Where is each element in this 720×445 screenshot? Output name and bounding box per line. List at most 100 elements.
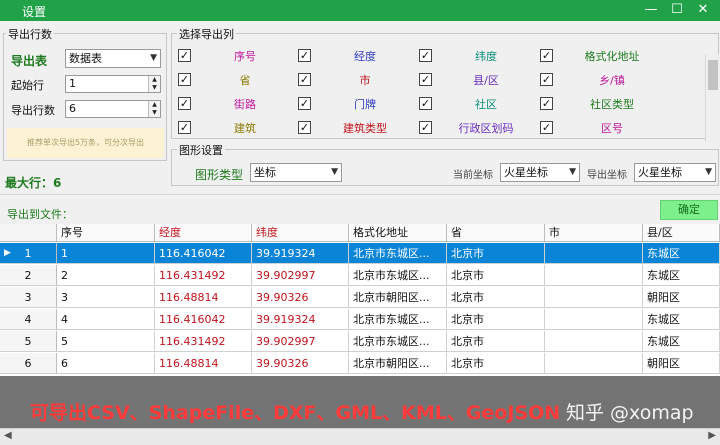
column-header[interactable]: 纬度 [252, 224, 349, 242]
start-row-spin[interactable]: ▲ ▼ [148, 76, 160, 92]
table-cell[interactable]: 39.90326 [252, 287, 349, 308]
checkbox[interactable]: ✓ [178, 121, 191, 134]
export-table-select[interactable]: 数据表 ▼ [65, 49, 161, 68]
table-cell[interactable]: 北京市 [447, 309, 545, 330]
checkbox[interactable]: ✓ [419, 121, 432, 134]
table-cell[interactable]: 北京市 [447, 243, 545, 264]
checkbox[interactable]: ✓ [298, 121, 311, 134]
spin-up-icon[interactable]: ▲ [149, 101, 160, 109]
checkbox[interactable]: ✓ [178, 97, 191, 110]
table-cell[interactable]: 北京市朝阳区... [349, 353, 447, 374]
row-count-label: 导出行数 [11, 104, 55, 117]
table-cell[interactable]: 北京市东城区... [349, 309, 447, 330]
confirm-button[interactable]: 确定 [660, 200, 718, 220]
scroll-right-icon[interactable]: ▶ [708, 430, 716, 441]
checkbox[interactable]: ✓ [540, 49, 553, 62]
spin-down-icon[interactable]: ▼ [149, 109, 160, 117]
row-header[interactable]: 5 [0, 331, 57, 352]
checkbox[interactable]: ✓ [419, 73, 432, 86]
grid-horizontal-scrollbar[interactable]: ◀ ▶ [0, 428, 720, 445]
chevron-down-icon: ▼ [150, 53, 157, 63]
checkbox[interactable]: ✓ [540, 73, 553, 86]
table-cell[interactable]: 朝阳区 [643, 287, 720, 308]
row-count-value: 6 [69, 102, 76, 115]
column-header[interactable]: 省 [447, 224, 545, 242]
table-cell[interactable]: 北京市东城区... [349, 331, 447, 352]
scroll-left-icon[interactable]: ◀ [4, 430, 12, 441]
table-cell[interactable] [545, 331, 643, 352]
column-header[interactable]: 序号 [57, 224, 155, 242]
table-cell[interactable]: 北京市 [447, 331, 545, 352]
column-option-label: 乡/镇 [599, 74, 625, 87]
table-cell[interactable]: 2 [57, 265, 155, 286]
table-cell[interactable]: 116.416042 [155, 309, 252, 330]
column-header[interactable]: 格式化地址 [349, 224, 447, 242]
table-cell[interactable]: 北京市 [447, 287, 545, 308]
table-cell[interactable]: 116.48814 [155, 287, 252, 308]
table-cell[interactable]: 东城区 [643, 243, 720, 264]
table-cell[interactable]: 39.902997 [252, 331, 349, 352]
row-header[interactable]: 4 [0, 309, 57, 330]
table-cell[interactable]: 北京市 [447, 353, 545, 374]
maximize-icon[interactable]: ☐ [666, 1, 688, 19]
checkbox[interactable]: ✓ [540, 121, 553, 134]
table-cell[interactable]: 朝阳区 [643, 353, 720, 374]
row-header[interactable]: ▶ 1 [0, 243, 57, 264]
table-cell[interactable] [545, 265, 643, 286]
current-coord-select[interactable]: 火星坐标 ▼ [500, 163, 580, 182]
table-cell[interactable]: 北京市 [447, 265, 545, 286]
checkbox[interactable]: ✓ [298, 73, 311, 86]
graphic-type-select[interactable]: 坐标 ▼ [250, 163, 342, 182]
row-count-stepper[interactable]: 6 ▲ ▼ [65, 100, 161, 118]
row-header[interactable]: 3 [0, 287, 57, 308]
table-cell[interactable]: 东城区 [643, 331, 720, 352]
table-cell[interactable] [545, 309, 643, 330]
table-cell[interactable] [545, 353, 643, 374]
column-header[interactable]: 经度 [155, 224, 252, 242]
checkbox[interactable]: ✓ [419, 49, 432, 62]
export-table-label: 导出表 [11, 54, 48, 68]
checkbox[interactable]: ✓ [178, 73, 191, 86]
table-cell[interactable]: 北京市朝阳区... [349, 287, 447, 308]
spin-up-icon[interactable]: ▲ [149, 76, 160, 84]
close-icon[interactable]: ✕ [692, 1, 714, 19]
row-count-spin[interactable]: ▲ ▼ [148, 101, 160, 117]
checkbox[interactable]: ✓ [298, 97, 311, 110]
table-cell[interactable]: 北京市东城区... [349, 243, 447, 264]
table-cell[interactable]: 39.90326 [252, 353, 349, 374]
table-cell[interactable]: 116.431492 [155, 265, 252, 286]
table-cell[interactable]: 4 [57, 309, 155, 330]
checkbox[interactable]: ✓ [298, 49, 311, 62]
row-header[interactable]: 6 [0, 353, 57, 374]
row-header[interactable]: 2 [0, 265, 57, 286]
table-cell[interactable]: 北京市东城区... [349, 265, 447, 286]
column-header[interactable]: 县/区 [643, 224, 720, 242]
start-row-value: 1 [69, 77, 76, 90]
export-rows-title: 导出行数 [6, 26, 54, 42]
table-cell[interactable]: 116.431492 [155, 331, 252, 352]
table-cell[interactable] [545, 243, 643, 264]
table-cell[interactable] [545, 287, 643, 308]
table-cell[interactable]: 东城区 [643, 309, 720, 330]
table-cell[interactable]: 39.919324 [252, 309, 349, 330]
table-cell[interactable]: 6 [57, 353, 155, 374]
table-cell[interactable]: 3 [57, 287, 155, 308]
export-coord-select[interactable]: 火星坐标 ▼ [634, 163, 716, 182]
table-cell[interactable]: 5 [57, 331, 155, 352]
spin-down-icon[interactable]: ▼ [149, 84, 160, 92]
checkbox[interactable]: ✓ [540, 97, 553, 110]
table-cell[interactable]: 39.902997 [252, 265, 349, 286]
divider [0, 194, 720, 195]
table-cell[interactable]: 39.919324 [252, 243, 349, 264]
columns-scrollbar[interactable] [705, 54, 720, 142]
table-cell[interactable]: 1 [57, 243, 155, 264]
start-row-stepper[interactable]: 1 ▲ ▼ [65, 75, 161, 93]
column-header[interactable]: 市 [545, 224, 643, 242]
table-cell[interactable]: 116.48814 [155, 353, 252, 374]
scroll-thumb[interactable] [708, 60, 718, 90]
table-cell[interactable]: 116.416042 [155, 243, 252, 264]
table-cell[interactable]: 东城区 [643, 265, 720, 286]
checkbox[interactable]: ✓ [178, 49, 191, 62]
checkbox[interactable]: ✓ [419, 97, 432, 110]
minimize-icon[interactable]: — [640, 1, 662, 19]
